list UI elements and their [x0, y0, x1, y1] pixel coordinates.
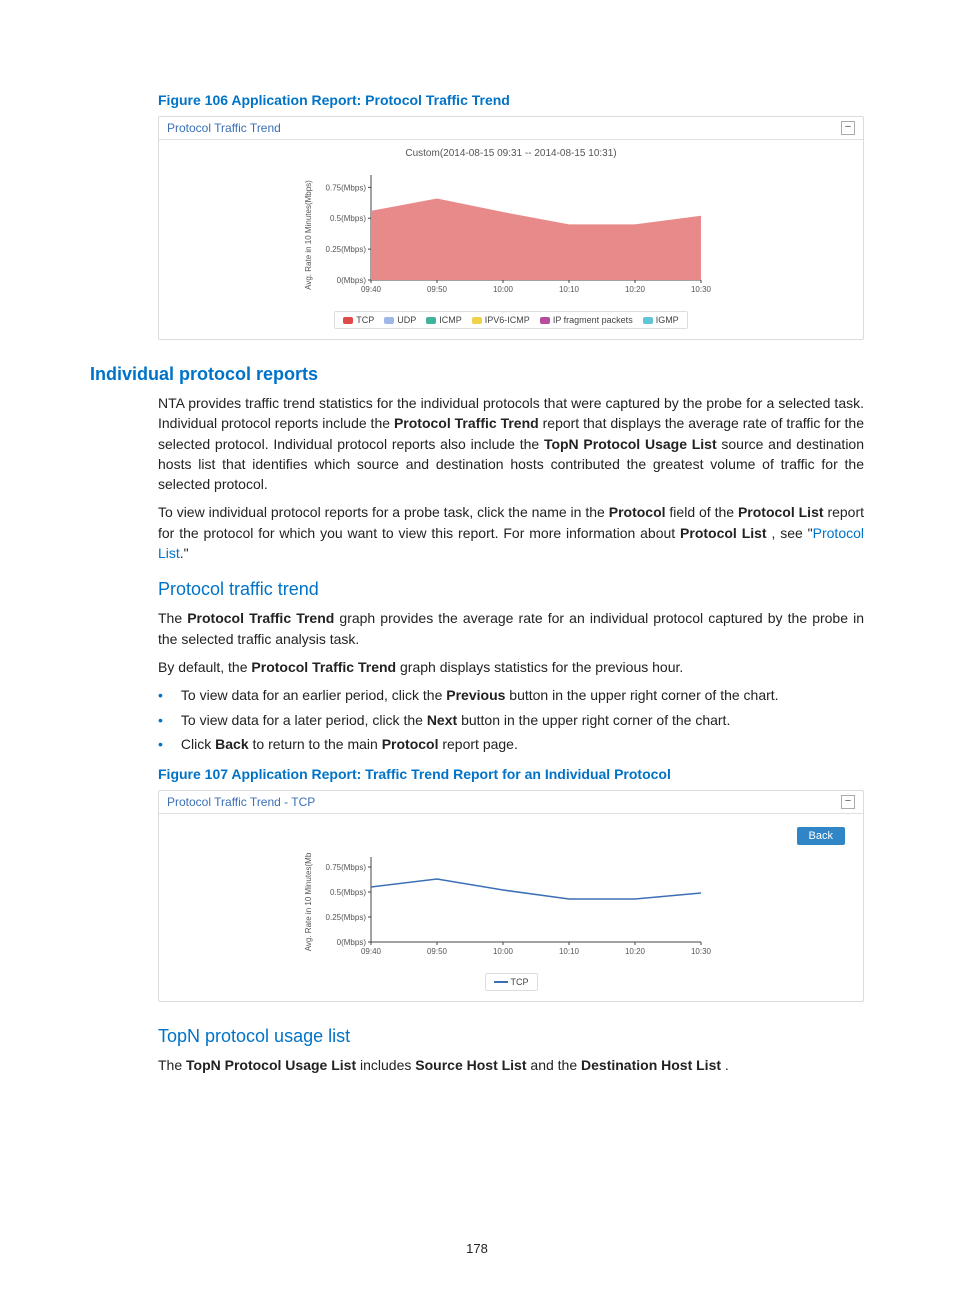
panel-body: Back Avg. Rate in 10 Minutes(Mb 0(Mbps)0…: [159, 814, 863, 1001]
paragraph: By default, the Protocol Traffic Trend g…: [158, 657, 864, 677]
legend-item-tcp: TCP: [494, 977, 529, 987]
legend-item-igmp: IGMP: [643, 315, 679, 325]
y-axis-label: Avg. Rate in 10 Minutes(Mb: [304, 852, 313, 951]
collapse-icon[interactable]: −: [841, 121, 855, 135]
bullet-icon: •: [158, 710, 163, 730]
bullet-list: • To view data for an earlier period, cl…: [158, 685, 864, 754]
paragraph: The Protocol Traffic Trend graph provide…: [158, 608, 864, 649]
tcp-traffic-trend-chart: Avg. Rate in 10 Minutes(Mb 0(Mbps) 0.25(M…: [301, 847, 721, 967]
legend-item-tcp: TCP: [343, 315, 374, 325]
svg-text:10:20: 10:20: [625, 285, 646, 294]
swatch-tcp: [343, 317, 353, 324]
legend-label: TCP: [511, 977, 529, 987]
bullet-icon: •: [158, 734, 163, 754]
svg-text:10:10: 10:10: [559, 947, 580, 956]
panel-title: Protocol Traffic Trend - TCP: [167, 795, 315, 809]
svg-text:10:10: 10:10: [559, 285, 580, 294]
legend-label: IP fragment packets: [553, 315, 633, 325]
collapse-icon[interactable]: −: [841, 795, 855, 809]
legend-label: UDP: [397, 315, 416, 325]
svg-text:10:30: 10:30: [691, 285, 712, 294]
legend-label: IPV6-ICMP: [485, 315, 530, 325]
svg-text:10:30: 10:30: [691, 947, 712, 956]
swatch-udp: [384, 317, 394, 324]
svg-text:0.5(Mbps): 0.5(Mbps): [330, 888, 366, 897]
svg-text:0.25(Mbps): 0.25(Mbps): [326, 245, 367, 254]
legend-label: TCP: [356, 315, 374, 325]
svg-text:0.5(Mbps): 0.5(Mbps): [330, 214, 366, 223]
panel-body: Custom(2014-08-15 09:31 -- 2014-08-15 10…: [159, 140, 863, 339]
figure-106-caption: Figure 106 Application Report: Protocol …: [158, 92, 864, 108]
svg-text:09:50: 09:50: [427, 947, 448, 956]
paragraph: To view individual protocol reports for …: [158, 502, 864, 563]
protocol-traffic-trend-panel: Protocol Traffic Trend − Custom(2014-08-…: [158, 116, 864, 340]
heading-protocol-traffic-trend: Protocol traffic trend: [158, 579, 864, 600]
svg-text:09:40: 09:40: [361, 947, 382, 956]
heading-topn-protocol-usage-list: TopN protocol usage list: [158, 1026, 864, 1047]
svg-text:10:20: 10:20: [625, 947, 646, 956]
bullet-icon: •: [158, 685, 163, 705]
legend-item-udp: UDP: [384, 315, 416, 325]
legend-item-icmp: ICMP: [426, 315, 462, 325]
panel-title: Protocol Traffic Trend: [167, 121, 281, 135]
swatch-igmp: [643, 317, 653, 324]
protocol-traffic-trend-tcp-panel: Protocol Traffic Trend - TCP − Back Avg.…: [158, 790, 864, 1002]
panel-header: Protocol Traffic Trend −: [159, 117, 863, 140]
legend-item-ipv6icmp: IPV6-ICMP: [472, 315, 530, 325]
back-button[interactable]: Back: [797, 827, 845, 845]
chart-timerange-label: Custom(2014-08-15 09:31 -- 2014-08-15 10…: [169, 148, 853, 159]
svg-text:0(Mbps): 0(Mbps): [337, 276, 367, 285]
swatch-ipv6icmp: [472, 317, 482, 324]
y-axis-label: Avg. Rate in 10 Minutes(Mbps): [304, 180, 313, 290]
svg-text:0.25(Mbps): 0.25(Mbps): [326, 913, 367, 922]
svg-text:10:00: 10:00: [493, 285, 514, 294]
svg-text:10:00: 10:00: [493, 947, 514, 956]
svg-text:09:50: 09:50: [427, 285, 448, 294]
swatch-icmp: [426, 317, 436, 324]
swatch-tcp-line: [494, 981, 508, 983]
list-item: • Click Back to return to the main Proto…: [158, 734, 864, 754]
panel-header: Protocol Traffic Trend - TCP −: [159, 791, 863, 814]
figure-107-caption: Figure 107 Application Report: Traffic T…: [158, 766, 864, 782]
heading-individual-protocol-reports: Individual protocol reports: [90, 364, 864, 385]
page-number: 178: [0, 1241, 954, 1256]
legend-item-frag: IP fragment packets: [540, 315, 633, 325]
legend-label: IGMP: [656, 315, 679, 325]
svg-text:09:40: 09:40: [361, 285, 382, 294]
chart-legend: TCP UDP ICMP IPV6-ICMP IP fragment packe…: [334, 311, 687, 329]
svg-text:0.75(Mbps): 0.75(Mbps): [326, 863, 367, 872]
paragraph: NTA provides traffic trend statistics fo…: [158, 393, 864, 494]
protocol-traffic-trend-chart: Avg. Rate in 10 Minutes(Mbps) 0(Mbps) 0.2…: [301, 165, 721, 305]
list-item: • To view data for a later period, click…: [158, 710, 864, 730]
legend-label: ICMP: [439, 315, 462, 325]
chart-legend: TCP: [485, 973, 538, 991]
list-item: • To view data for an earlier period, cl…: [158, 685, 864, 705]
svg-text:0(Mbps): 0(Mbps): [337, 938, 367, 947]
paragraph: The TopN Protocol Usage List includes So…: [158, 1055, 864, 1075]
svg-text:0.75(Mbps): 0.75(Mbps): [326, 183, 367, 192]
swatch-frag: [540, 317, 550, 324]
